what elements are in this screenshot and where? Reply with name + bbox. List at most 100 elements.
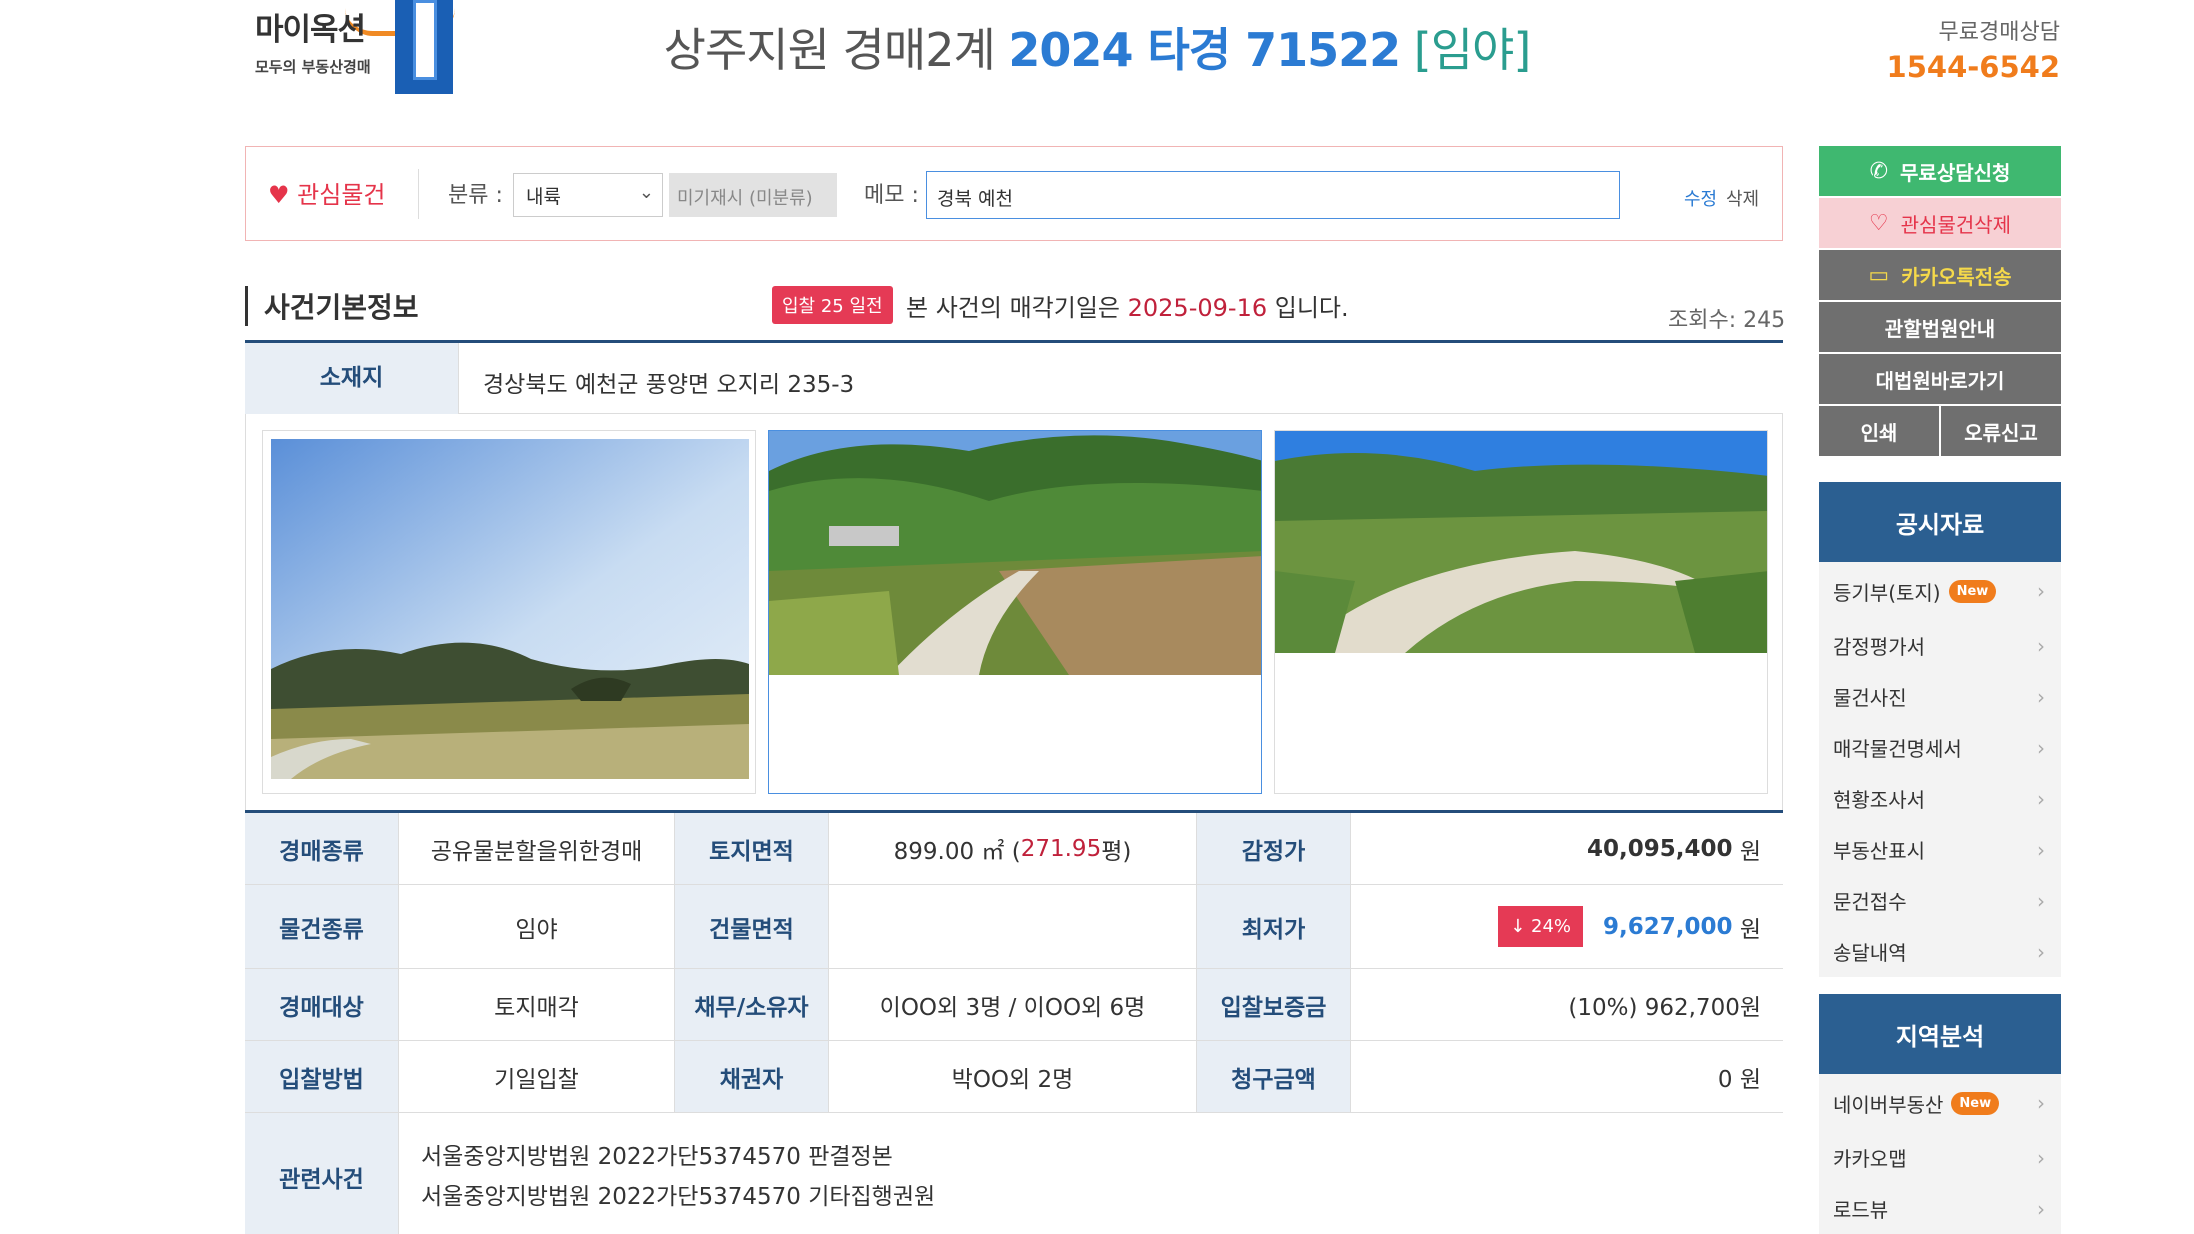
photo-image [1275,431,1767,653]
phone-icon: ✆ [1869,158,1889,184]
related-case-label: 관련사건 [245,1113,399,1234]
category-select[interactable]: 내륙 ⌄ [513,173,663,217]
property-photo-3[interactable] [1274,430,1768,794]
address-row: 소재지 경상북도 예천군 풍양면 오지리 235-3 [245,340,1783,414]
case-number: 2024 타경 71522 [1008,23,1401,77]
property-type-value: 임야 [399,885,675,968]
chevron-down-icon: ⌄ [638,182,654,203]
bid-method-value: 기일입찰 [399,1041,675,1112]
doc-link-label: 등기부(토지) [1833,580,1941,605]
chevron-right-icon: › [2037,1091,2045,1115]
debtor-owner-label: 채무/소유자 [675,969,829,1040]
doc-link-registry[interactable]: 등기부(토지) New › [1819,562,2061,620]
doc-link-property-display[interactable]: 부동산표시 › [1819,824,2061,875]
land-area-pyeong: 271.95 [1020,835,1102,862]
free-consult-button[interactable]: ✆ 무료상담신청 [1819,146,2061,196]
chevron-right-icon: › [2037,579,2045,603]
region-analysis-panel: 지역분석 네이버부동산 New › 카카오맵 › 로드뷰 › [1819,994,2061,1234]
memo-delete-link[interactable]: 삭제 [1726,185,1759,211]
new-badge: New [1948,579,1997,603]
doc-link-appraisal[interactable]: 감정평가서 › [1819,620,2061,671]
category-label: 분류 : [448,183,503,208]
interest-toggle[interactable]: ♥ 관심물건 [268,175,385,210]
doc-link-label: 부동산표시 [1833,839,1925,863]
minimum-price-label: 최저가 [1197,885,1351,968]
print-button[interactable]: 인쇄 [1819,406,1939,456]
building-area-value [829,885,1197,968]
chevron-right-icon: › [2037,735,2045,760]
auction-type-label: 경매종류 [245,813,399,884]
unclassified-hint: 미기재시 (미분류) [669,173,837,217]
chevron-right-icon: › [2037,888,2045,913]
land-area-unit: 평) [1101,838,1132,865]
consult-label: 무료경매상담 [1938,20,2060,45]
photo-gallery [245,414,1783,812]
detail-table: 경매종류 공유물분할을위한경매 토지면적 899.00 ㎡ (271.95 평) … [245,810,1783,1234]
chevron-right-icon: › [2037,939,2045,964]
doc-link-sale-spec[interactable]: 매각물건명세서 › [1819,722,2061,773]
report-error-button[interactable]: 오류신고 [1941,406,2061,456]
creditor-value: 박OO외 2명 [829,1041,1197,1112]
related-case-list: 서울중앙지방법원 2022가단5374570 판결정본 서울중앙지방법원 202… [399,1113,1783,1234]
region-link-naver[interactable]: 네이버부동산 New › [1819,1074,2061,1132]
divider [418,169,419,219]
chat-bubble-icon: ▭ [1868,262,1890,288]
currency-unit: 원 [1739,916,1761,943]
appraisal-label: 감정가 [1197,813,1351,884]
chevron-right-icon: › [2037,1145,2045,1170]
sale-date: 2025-09-16 [1127,294,1268,322]
doc-link-filings[interactable]: 문건접수 › [1819,875,2061,926]
remove-interest-button[interactable]: ♡ 관심물건삭제 [1819,198,2061,248]
region-link-label: 로드뷰 [1833,1198,1889,1222]
case-title: 상주지원 경매2계 2024 타경 71522 [임야] [0,14,2194,80]
property-photo-2[interactable] [768,430,1262,794]
price-drop-badge: ↓ 24% [1498,906,1584,947]
heart-outline-icon: ♡ [1868,210,1889,236]
interest-label: 관심물건 [297,181,386,209]
region-link-roadview[interactable]: 로드뷰 › [1819,1183,2061,1234]
view-count: 조회수: 245 [1668,308,1786,333]
consult-phone[interactable]: 1544-6542 [1887,50,2060,84]
supreme-court-link[interactable]: 대법원바로가기 [1819,354,2061,404]
memo-label: 메모 : [864,183,919,208]
public-documents-title: 공시자료 [1819,482,2061,562]
doc-link-label: 감정평가서 [1833,635,1925,659]
related-case-item[interactable]: 서울중앙지방법원 2022가단5374570 기타집행권원 [421,1177,1761,1217]
auction-target-label: 경매대상 [245,969,399,1040]
table-row: 관련사건 서울중앙지방법원 2022가단5374570 판결정본 서울중앙지방법… [245,1113,1783,1234]
public-documents-panel: 공시자료 등기부(토지) New › 감정평가서 › 물건사진 › 매각물건명세… [1819,482,2061,977]
sale-date-note: 본 사건의 매각기일은 2025-09-16 입니다. [906,288,1349,323]
region-analysis-title: 지역분석 [1819,994,2061,1074]
doc-link-photos[interactable]: 물건사진 › [1819,671,2061,722]
memo-edit-link[interactable]: 수정 [1684,185,1717,211]
table-row: 경매종류 공유물분할을위한경매 토지면적 899.00 ㎡ (271.95 평) … [245,813,1783,885]
kakao-send-button[interactable]: ▭ 카카오톡전송 [1819,250,2061,300]
property-kind: [임야] [1413,23,1532,77]
land-area-value: 899.00 ㎡ (271.95 평) [829,813,1197,884]
interest-bar: ♥ 관심물건 분류 : 내륙 ⌄ 미기재시 (미분류) 메모 : 경북 예천 수… [245,146,1783,241]
related-case-item[interactable]: 서울중앙지방법원 2022가단5374570 판결정본 [421,1137,1761,1177]
bid-method-label: 입찰방법 [245,1041,399,1112]
claim-amount-label: 청구금액 [1197,1041,1351,1112]
minimum-price-amount: 9,627,000 [1603,913,1733,940]
days-left-badge: 입찰 25 일전 [772,286,893,324]
court-info-button[interactable]: 관할법원안내 [1819,302,2061,352]
region-link-label: 네이버부동산 [1833,1092,1944,1117]
memo-input[interactable]: 경북 예천 [926,171,1620,219]
chevron-right-icon: › [2037,1196,2045,1221]
remove-interest-label: 관심물건삭제 [1900,212,2012,237]
kakao-send-label: 카카오톡전송 [1901,264,2012,289]
doc-link-delivery[interactable]: 송달내역 › [1819,926,2061,977]
doc-link-label: 송달내역 [1833,941,1907,965]
new-badge: New [1951,1091,2000,1115]
property-photo-1[interactable] [262,430,756,794]
table-row: 물건종류 임야 건물면적 최저가 ↓ 24% 9,627,000 원 [245,885,1783,969]
appraisal-value: 40,095,400 원 [1351,813,1783,884]
region-link-kakaomap[interactable]: 카카오맵 › [1819,1132,2061,1183]
sale-note-prefix: 본 사건의 매각기일은 [906,294,1120,322]
property-type-label: 물건종류 [245,885,399,968]
land-area-sqm: 899.00 ㎡ ( [893,838,1021,865]
chevron-right-icon: › [2037,684,2045,709]
doc-link-survey[interactable]: 현황조사서 › [1819,773,2061,824]
print-report-row: 인쇄 오류신고 [1819,406,2061,456]
